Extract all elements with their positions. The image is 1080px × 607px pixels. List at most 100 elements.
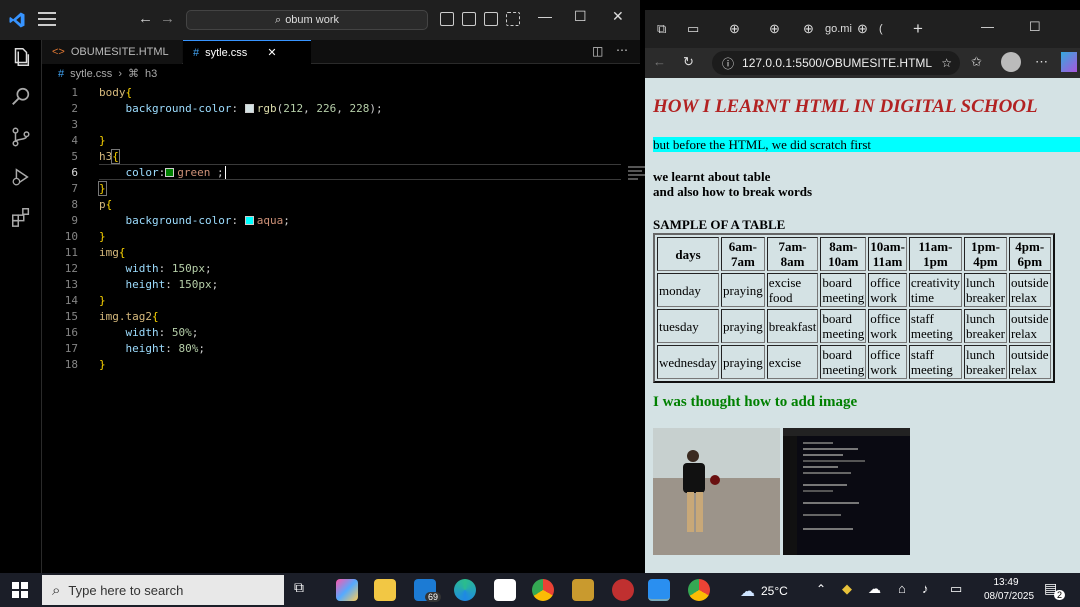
system-clock[interactable]: 13:49 08/07/2025 bbox=[984, 576, 1034, 604]
table-header: 11am-1pm bbox=[908, 237, 962, 271]
css-file-icon: # bbox=[193, 46, 200, 59]
toggle-panel-icon[interactable] bbox=[462, 12, 476, 26]
store-icon[interactable] bbox=[494, 579, 516, 601]
code-line: 10} bbox=[64, 229, 106, 243]
browser-tab-label[interactable]: ( bbox=[879, 23, 883, 35]
back-arrow-icon[interactable]: ← bbox=[653, 54, 666, 69]
table-cell: outside relax bbox=[1008, 309, 1051, 343]
source-control-icon[interactable] bbox=[10, 126, 32, 148]
copilot-icon[interactable] bbox=[336, 579, 358, 601]
profile-avatar-icon[interactable] bbox=[1001, 52, 1021, 72]
extensions-icon[interactable] bbox=[10, 206, 32, 228]
battery-icon[interactable]: ▭ bbox=[950, 581, 962, 597]
code-line: 7} bbox=[71, 180, 107, 196]
refresh-icon[interactable]: ↻ bbox=[683, 54, 694, 70]
weather-widget[interactable]: ☁ 25°C bbox=[740, 582, 788, 600]
customize-layout-icon[interactable] bbox=[506, 12, 520, 26]
code-line: 17 height: 80%; bbox=[64, 341, 205, 355]
network-icon[interactable]: ⌂ bbox=[898, 581, 906, 596]
new-tab-icon[interactable]: + bbox=[913, 19, 923, 39]
table-cell: lunch breaker bbox=[964, 345, 1007, 379]
table-header: 6am-7am bbox=[721, 237, 765, 271]
search-icon[interactable] bbox=[10, 86, 32, 108]
copilot-icon[interactable] bbox=[1061, 52, 1077, 72]
task-view-icon[interactable]: ⧉ bbox=[294, 579, 316, 601]
toggle-secondary-sidebar-icon[interactable] bbox=[484, 12, 498, 26]
split-editor-icon[interactable]: ◫ bbox=[592, 44, 603, 58]
table-header: 10am-11am bbox=[868, 237, 907, 271]
run-debug-icon[interactable] bbox=[10, 166, 32, 188]
browser-tab-bar: ⧉ ▭ ⊕ ⊕ ⊕ go.mi ⊕ ( + — ☐ bbox=[645, 10, 1080, 48]
code-line: 5 h3{ bbox=[71, 148, 120, 164]
table-cell: office work bbox=[868, 273, 907, 307]
vscode-taskbar-icon[interactable] bbox=[648, 579, 670, 601]
tray-app-icon[interactable]: ◆ bbox=[842, 581, 852, 597]
globe-icon[interactable]: ⊕ bbox=[769, 21, 780, 37]
code-editor[interactable]: 1 body{ 2 background-color: rgb(212, 226,… bbox=[42, 84, 650, 573]
symbol-icon: ⌘ bbox=[127, 68, 139, 80]
cloud-sync-icon[interactable]: ☁ bbox=[868, 581, 881, 597]
chevron-up-icon[interactable]: ⌃ bbox=[816, 582, 826, 596]
browser-tab-label[interactable]: go.mi bbox=[825, 23, 852, 35]
explorer-icon[interactable] bbox=[10, 46, 32, 68]
favorite-star-icon[interactable]: ☆ bbox=[941, 56, 952, 70]
windows-taskbar: ⌕ Type here to search ⧉ 69 ☁ 25°C ⌃ ◆ ☁ … bbox=[0, 573, 1080, 607]
code-line: 2 background-color: rgb(212, 226, 228); bbox=[71, 101, 383, 115]
windows-start-icon[interactable] bbox=[12, 582, 28, 598]
code-line: 3 bbox=[71, 117, 78, 131]
address-bar[interactable]: ⓘ 127.0.0.1:5500/OBUMESITE.HTML ☆ bbox=[712, 51, 960, 75]
hamburger-menu-icon[interactable] bbox=[38, 12, 56, 26]
table-cell: board meeting bbox=[820, 273, 867, 307]
globe-icon[interactable]: ⊕ bbox=[729, 21, 740, 37]
breadcrumb-symbol[interactable]: h3 bbox=[145, 68, 157, 80]
app-icon[interactable] bbox=[572, 579, 594, 601]
minimize-icon[interactable]: — bbox=[981, 19, 994, 34]
tab-label: sytle.css bbox=[205, 46, 248, 59]
code-line: 4} bbox=[71, 133, 106, 147]
weather-temp: 25°C bbox=[761, 584, 788, 598]
chrome-icon[interactable] bbox=[688, 579, 710, 601]
recorder-icon[interactable] bbox=[612, 579, 634, 601]
favorites-icon[interactable]: ✩ bbox=[971, 54, 982, 70]
info-icon[interactable]: ⓘ bbox=[722, 55, 734, 72]
table-cell: board meeting bbox=[820, 309, 867, 343]
table-header: 8am-10am bbox=[820, 237, 867, 271]
more-actions-icon[interactable]: ⋯ bbox=[616, 43, 628, 57]
maximize-icon[interactable]: ☐ bbox=[574, 8, 587, 25]
color-swatch[interactable] bbox=[244, 103, 254, 113]
browser-toolbar: ← ↻ ⓘ 127.0.0.1:5500/OBUMESITE.HTML ☆ ✩ … bbox=[645, 48, 1080, 78]
mail-badge: 69 bbox=[425, 592, 442, 602]
tab-actions-icon[interactable]: ▭ bbox=[687, 21, 699, 37]
chrome-icon[interactable] bbox=[532, 579, 554, 601]
tab-close-icon[interactable]: ✕ bbox=[267, 46, 276, 59]
edge-icon[interactable] bbox=[454, 579, 476, 601]
minimize-icon[interactable]: — bbox=[538, 8, 552, 24]
workspaces-icon[interactable]: ⧉ bbox=[657, 21, 666, 37]
table-cell: office work bbox=[868, 345, 907, 379]
code-line: 8 p{ bbox=[71, 197, 113, 211]
color-swatch[interactable] bbox=[165, 167, 175, 177]
command-center-search[interactable]: ⌕ obum work bbox=[186, 10, 428, 30]
table-cell: creativity time bbox=[908, 273, 962, 307]
breadcrumb-file[interactable]: sytle.css bbox=[70, 68, 112, 80]
code-line: 14} bbox=[64, 293, 106, 307]
tab-obumesite-html[interactable]: <> OBUMESITE.HTML bbox=[42, 40, 182, 64]
code-line: 12 width: 150px; bbox=[64, 261, 212, 275]
forward-arrow-icon[interactable]: → bbox=[160, 10, 175, 27]
file-explorer-icon[interactable] bbox=[374, 579, 396, 601]
maximize-icon[interactable]: ☐ bbox=[1029, 19, 1041, 35]
table-cell: lunch breaker bbox=[964, 273, 1007, 307]
table-header-row: days 6am-7am 7am-8am 8am-10am 10am-11am … bbox=[657, 237, 1051, 271]
more-options-icon[interactable]: ⋯ bbox=[1035, 54, 1048, 70]
back-arrow-icon[interactable]: ← bbox=[138, 10, 153, 27]
color-swatch[interactable] bbox=[244, 215, 254, 225]
taskbar-search-box[interactable]: ⌕ Type here to search bbox=[42, 575, 284, 605]
table-cell: outside relax bbox=[1008, 345, 1051, 379]
tab-sytle-css[interactable]: # sytle.css ✕ bbox=[183, 40, 311, 64]
web-page: HOW I LEARNT HTML IN DIGITAL SCHOOL but … bbox=[645, 78, 1080, 573]
toggle-sidebar-icon[interactable] bbox=[440, 12, 454, 26]
page-heading: HOW I LEARNT HTML IN DIGITAL SCHOOL bbox=[653, 96, 1038, 117]
close-icon[interactable]: ✕ bbox=[612, 8, 624, 25]
table-cell: praying bbox=[721, 345, 765, 379]
volume-icon[interactable]: ♪ bbox=[922, 581, 929, 596]
